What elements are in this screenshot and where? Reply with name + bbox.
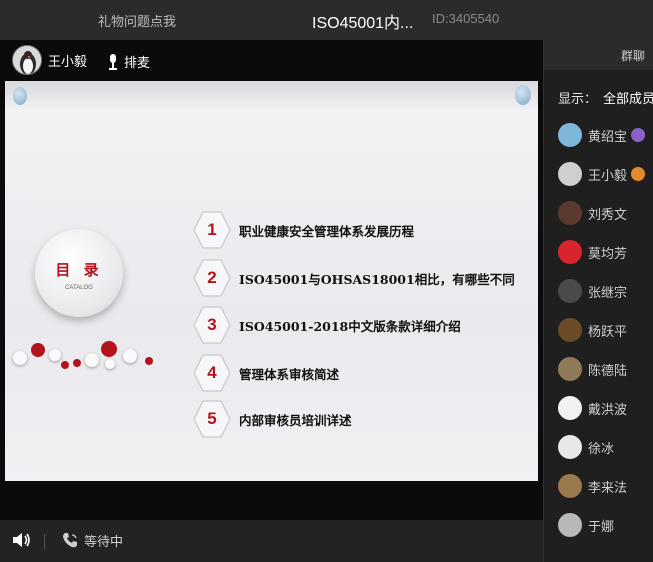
member-avatar <box>558 435 582 459</box>
bead <box>49 349 61 361</box>
member-item[interactable]: 徐冰 <box>558 435 653 459</box>
member-name: 李来法 <box>588 479 628 495</box>
member-name: 戴洪波 <box>588 401 628 417</box>
member-filter[interactable]: 显示： 全部成员 <box>558 88 653 107</box>
bead <box>61 361 69 369</box>
member-item[interactable]: 莫均芳 <box>558 240 653 264</box>
bead <box>101 341 117 357</box>
queue-mic-label: 排麦 <box>124 55 151 70</box>
toc-number-badge: 4 <box>193 353 231 393</box>
toc-item-5: 5 内部审核员培训详述 <box>193 399 352 439</box>
speaker-icon <box>13 533 30 547</box>
bead <box>145 357 153 365</box>
toc-number-badge: 5 <box>193 399 231 439</box>
member-filter-label: 显示： <box>558 91 598 106</box>
toc-item-label: 内部审核员培训详述 <box>239 412 352 428</box>
member-item[interactable]: 张继宗 <box>558 279 653 303</box>
room-id: ID:3405540 <box>432 11 500 26</box>
bottom-toolbar: 等待中 <box>0 520 543 562</box>
volume-button[interactable] <box>12 531 32 554</box>
toc-item-label: ISO45001与OHSAS18001相比，有哪些不同 <box>239 271 515 287</box>
member-avatar <box>558 240 582 264</box>
title-bar: 礼物问题点我 ISO45001内... ID:3405540 <box>0 0 653 40</box>
member-avatar <box>558 279 582 303</box>
member-avatar <box>558 357 582 381</box>
presentation-slide: 目 录 CATALOG 1 职业健康安全管理体系发展历程 2 ISO45001与… <box>5 81 538 481</box>
member-avatar <box>558 162 582 186</box>
member-name: 刘秀文 <box>588 206 628 222</box>
call-status-button[interactable]: 等待中 <box>62 531 123 550</box>
gift-question-link[interactable]: 礼物问题点我 <box>98 11 176 30</box>
presenter-info: 王小毅 <box>12 45 87 75</box>
toc-item-label: ISO45001-2018中文版条款详细介绍 <box>239 318 461 334</box>
bead <box>31 343 45 357</box>
microphone-icon <box>109 53 117 70</box>
member-name: 徐冰 <box>588 440 615 456</box>
penguin-avatar-icon <box>13 46 41 74</box>
toc-item-label: 职业健康安全管理体系发展历程 <box>239 223 415 239</box>
toc-item-3: 3 ISO45001-2018中文版条款详细介绍 <box>193 305 461 345</box>
catalog-disk: 目 录 CATALOG <box>35 229 123 317</box>
call-status-label: 等待中 <box>84 534 124 549</box>
member-name: 张继宗 <box>588 284 628 300</box>
member-item[interactable]: 戴洪波 <box>558 396 653 420</box>
admin-role-icon <box>631 128 646 142</box>
toc-item-2: 2 ISO45001与OHSAS18001相比，有哪些不同 <box>193 258 515 298</box>
member-avatar <box>558 474 582 498</box>
catalog-subtitle: CATALOG <box>65 285 93 291</box>
corner-drop-right <box>515 85 531 105</box>
room-title: ISO45001内... <box>312 15 414 32</box>
toc-item-label: 管理体系审核简述 <box>239 366 340 382</box>
member-avatar <box>558 513 582 537</box>
member-item[interactable]: 王小毅 <box>558 162 653 186</box>
toolbar-divider <box>44 534 45 549</box>
phone-icon <box>63 533 77 548</box>
member-name: 杨跃平 <box>588 323 628 339</box>
member-avatar <box>558 396 582 420</box>
toc-number-badge: 1 <box>193 210 231 250</box>
bead <box>85 353 99 367</box>
member-item[interactable]: 李来法 <box>558 474 653 498</box>
presenter-avatar[interactable] <box>12 45 42 75</box>
bead <box>123 349 137 363</box>
bead <box>13 351 27 365</box>
group-chat-tab[interactable]: 群聊 <box>621 47 645 64</box>
member-item[interactable]: 杨跃平 <box>558 318 653 342</box>
member-name: 陈德陆 <box>588 362 628 378</box>
slide-top-shade <box>5 81 538 111</box>
member-name: 王小毅 <box>588 167 628 183</box>
member-filter-value[interactable]: 全部成员 <box>603 91 653 106</box>
sidebar-header: 群聊 <box>544 40 653 70</box>
bead <box>105 359 115 369</box>
member-name: 于娜 <box>588 518 615 534</box>
member-item[interactable]: 刘秀文 <box>558 201 653 225</box>
presenter-name: 王小毅 <box>48 53 88 69</box>
queue-mic-button[interactable]: 排麦 <box>108 52 150 71</box>
member-item[interactable]: 于娜 <box>558 513 653 537</box>
toc-number-badge: 3 <box>193 305 231 345</box>
group-chat-sidebar: 群聊 显示： 全部成员 黄绍宝 王小毅 刘秀文 莫均芳 张继宗 杨跃平 陈德陆 戴… <box>543 40 653 562</box>
member-avatar <box>558 201 582 225</box>
member-item[interactable]: 黄绍宝 <box>558 123 653 147</box>
host-role-icon <box>631 167 646 181</box>
member-item[interactable]: 陈德陆 <box>558 357 653 381</box>
toc-item-1: 1 职业健康安全管理体系发展历程 <box>193 210 414 250</box>
toc-item-4: 4 管理体系审核简述 <box>193 353 339 393</box>
live-stage: 王小毅 排麦 目 录 CATALOG 1 职业健康安全管理体系发展历程 2 IS… <box>0 40 543 520</box>
member-avatar <box>558 318 582 342</box>
member-name: 莫均芳 <box>588 245 628 261</box>
bead <box>73 359 81 367</box>
corner-drop-left <box>13 87 27 105</box>
member-avatar <box>558 123 582 147</box>
catalog-title: 目 录 <box>55 261 103 279</box>
toc-number-badge: 2 <box>193 258 231 298</box>
member-name: 黄绍宝 <box>588 128 628 144</box>
